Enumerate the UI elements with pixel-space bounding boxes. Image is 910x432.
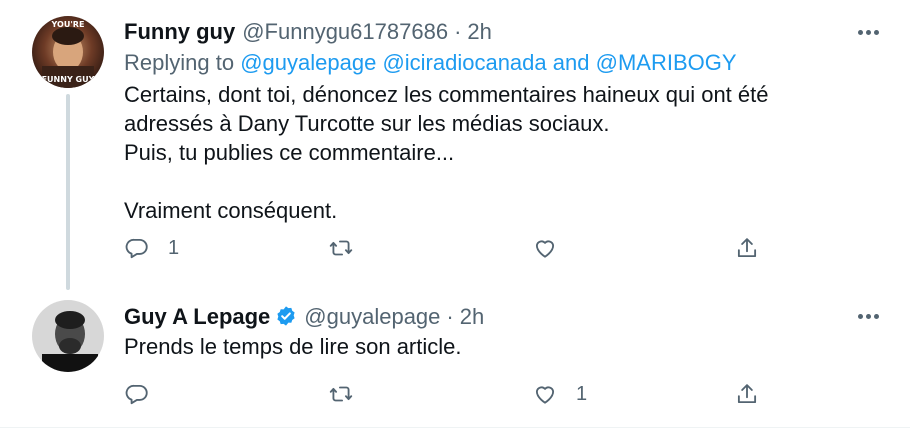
tweet-text-line: Puis, tu publies ce commentaire... [124, 140, 455, 165]
tweet-text: Prends le temps de lire son article. [124, 332, 890, 361]
retweet-icon [329, 240, 353, 256]
avatar-image [32, 300, 104, 372]
divider [0, 427, 910, 428]
timestamp[interactable]: 2h [460, 303, 484, 331]
tweet-text-line [124, 167, 890, 196]
tweet-text-line: Certains, dont toi, dénoncez les comment… [124, 82, 769, 107]
like-icon [535, 386, 555, 404]
like-button[interactable]: 1 [532, 374, 587, 414]
thread-connector [66, 94, 70, 290]
reply-icon [125, 384, 148, 405]
avatar[interactable]: YOU'RE FUNNY GUY [32, 16, 104, 88]
separator-dot: · [446, 304, 454, 329]
like-icon [535, 240, 555, 258]
tweet-actions: 1 [124, 228, 764, 268]
mention-link[interactable]: @guyalepage [240, 50, 376, 75]
tweet-header: Guy A Lepage @guyalepage · 2h [124, 302, 890, 330]
retweet-button[interactable] [328, 228, 372, 268]
retweet-button[interactable] [328, 374, 372, 414]
tweet-body: Funny guy @Funnygu61787686 · 2h Replying… [124, 18, 890, 225]
tweet-actions: 1 [124, 374, 764, 414]
user-handle[interactable]: @guyalepage [304, 303, 440, 331]
tweet-body: Guy A Lepage @guyalepage · 2h Prends le … [124, 302, 890, 361]
verified-badge-icon [275, 305, 297, 327]
like-count: 1 [576, 382, 588, 405]
avatar-caption-top: YOU'RE [51, 20, 85, 29]
retweet-icon [329, 386, 353, 402]
replying-and[interactable]: and [553, 50, 590, 75]
share-icon [737, 384, 757, 404]
reply-count: 1 [168, 236, 180, 259]
mention-link[interactable]: @MARIBOGY [596, 50, 737, 75]
tweet[interactable]: Guy A Lepage @guyalepage · 2h Prends le … [0, 290, 910, 428]
avatar-image: YOU'RE FUNNY GUY [32, 16, 104, 88]
separator-dot: · [454, 19, 462, 44]
tweet-text: Certains, dont toi, dénoncez les comment… [124, 80, 890, 225]
tweet[interactable]: YOU'RE FUNNY GUY Funny guy @Funnygu61787… [0, 0, 910, 290]
more-icon[interactable] [846, 18, 890, 46]
mention-link[interactable]: @iciradiocanada [382, 50, 546, 75]
share-icon [737, 238, 757, 258]
display-name[interactable]: Guy A Lepage [124, 303, 270, 331]
timestamp[interactable]: 2h [467, 18, 491, 46]
tweet-text-line: Vraiment conséquent. [124, 198, 338, 223]
avatar[interactable] [32, 300, 104, 372]
user-handle[interactable]: @Funnygu61787686 [242, 18, 448, 46]
reply-icon [125, 238, 148, 259]
tweet-text-line: Prends le temps de lire son article. [124, 334, 462, 359]
reply-button[interactable]: 1 [124, 228, 179, 268]
tweet-text-line: adressés à Dany Turcotte sur les médias … [124, 111, 610, 136]
more-icon[interactable] [846, 302, 890, 330]
reply-button[interactable] [124, 374, 168, 414]
like-button[interactable] [532, 228, 576, 268]
replying-prefix: Replying to [124, 50, 235, 75]
share-button[interactable] [734, 374, 760, 414]
tweet-header: Funny guy @Funnygu61787686 · 2h [124, 18, 890, 46]
avatar-caption-bottom: FUNNY GUY [42, 75, 95, 84]
display-name[interactable]: Funny guy [124, 18, 235, 46]
replying-to: Replying to @guyalepage @iciradiocanada … [124, 48, 890, 78]
share-button[interactable] [734, 228, 760, 268]
